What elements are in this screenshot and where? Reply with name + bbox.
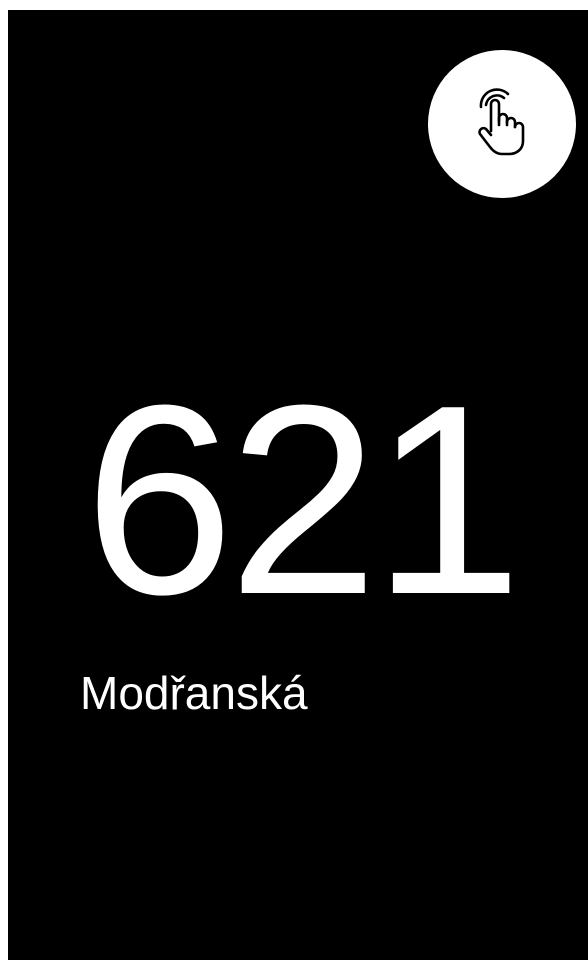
stop-number: 621 (84, 350, 522, 651)
stop-name: Modřanská (80, 667, 308, 719)
display-screen: 621 Modřanská (8, 10, 588, 960)
tap-button[interactable] (428, 50, 576, 198)
touch-hand-icon (474, 87, 530, 162)
